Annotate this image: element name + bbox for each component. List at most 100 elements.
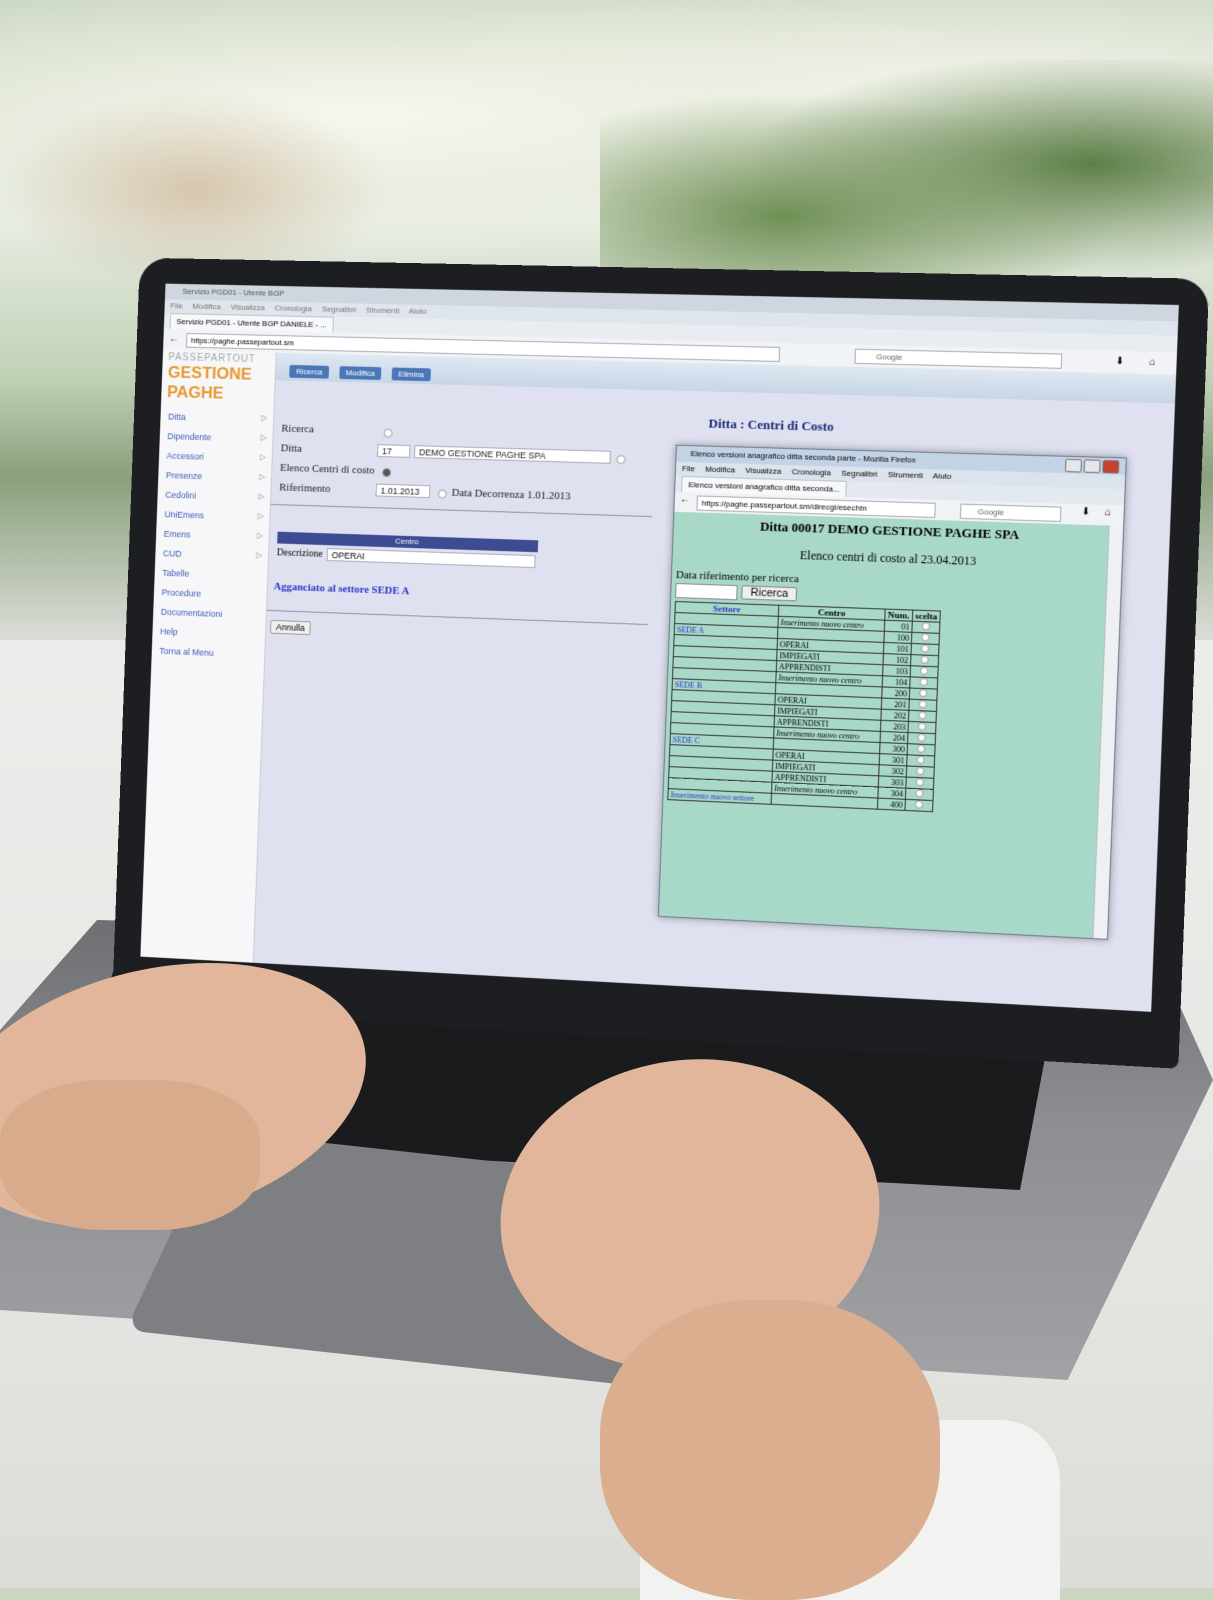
scelta-radio[interactable] xyxy=(919,700,927,708)
menu-strumenti[interactable]: Strumenti xyxy=(366,306,400,316)
agganciato-note: Agganciato al settore SEDE A xyxy=(273,581,409,598)
col-scelta: scelta xyxy=(912,610,940,622)
scelta-radio[interactable] xyxy=(916,767,924,775)
right-forearm xyxy=(600,1300,940,1600)
ditta-code-field[interactable]: 17 xyxy=(377,444,411,458)
menu-segnalibri[interactable]: Segnalibri xyxy=(322,305,357,315)
arrow-icon: ▷ xyxy=(258,492,264,501)
popup-menu-strumenti[interactable]: Strumenti xyxy=(888,470,923,480)
download-icon[interactable]: ⬇ xyxy=(1115,351,1125,374)
form-divider-2 xyxy=(267,610,648,625)
left-wrist xyxy=(0,1080,260,1230)
menu-aiuto[interactable]: Aiuto xyxy=(409,307,427,316)
nav-label: Emens xyxy=(164,529,191,540)
popup-title: Elenco versioni anagrafico ditta seconda… xyxy=(690,449,916,465)
elenco-label: Elenco Centri di costo xyxy=(280,462,375,477)
page-title: Ditta : Centri di Costo xyxy=(708,416,834,436)
descrizione-label: Descrizione xyxy=(277,547,323,559)
col-num: Num. xyxy=(885,609,913,621)
popup-menu-visualizza[interactable]: Visualizza xyxy=(745,466,781,476)
arrow-icon: ▷ xyxy=(257,531,263,540)
scelta-radio[interactable] xyxy=(922,622,930,630)
home-icon[interactable]: ⌂ xyxy=(1149,352,1156,375)
nav-label: Tabelle xyxy=(162,568,189,579)
scelta-radio[interactable] xyxy=(916,778,924,786)
popup-window: Elenco versioni anagrafico ditta seconda… xyxy=(658,445,1127,940)
popup-menu-file[interactable]: File xyxy=(682,464,695,473)
nav-label: Documentazioni xyxy=(161,607,223,619)
ditta-name-field[interactable]: DEMO GESTIONE PAGHE SPA xyxy=(414,445,611,464)
back-icon[interactable]: ← xyxy=(680,494,690,505)
home-icon[interactable]: ⌂ xyxy=(1105,507,1112,518)
scelta-radio[interactable] xyxy=(920,667,928,675)
nav-label: CUD xyxy=(163,548,182,558)
ditta-radio[interactable] xyxy=(616,455,625,464)
popup-menu-modifica[interactable]: Modifica xyxy=(705,465,735,475)
scelta-radio[interactable] xyxy=(920,655,928,663)
search-box[interactable]: Google xyxy=(854,349,1062,369)
num-cell: 400 xyxy=(877,798,905,810)
scelta-radio[interactable] xyxy=(921,644,929,652)
annulla-button[interactable]: Annulla xyxy=(270,620,311,635)
scelta-radio[interactable] xyxy=(918,711,926,719)
arrow-icon: ▷ xyxy=(258,511,264,520)
nav-torna-al-menu[interactable]: Torna al Menu xyxy=(151,642,264,666)
arrow-icon: ▷ xyxy=(261,433,267,442)
scelta-radio[interactable] xyxy=(915,800,923,808)
browser-title: Servizio PGD01 - Utente BGP xyxy=(182,287,284,298)
centri-form: Ricerca Ditta 17 DEMO GESTIONE PAGHE SPA… xyxy=(279,420,654,510)
ricerca-button[interactable]: Ricerca xyxy=(289,365,329,379)
window-controls xyxy=(1063,459,1120,479)
scelta-radio[interactable] xyxy=(918,722,926,730)
nav-label: Accessori xyxy=(167,451,204,462)
popup-menu-aiuto[interactable]: Aiuto xyxy=(933,471,952,481)
maximize-icon[interactable] xyxy=(1084,459,1101,473)
minimize-icon[interactable] xyxy=(1065,459,1082,473)
scelta-radio[interactable] xyxy=(915,789,923,797)
data-riferimento-input[interactable] xyxy=(675,583,738,600)
popup-menu-cronologia[interactable]: Cronologia xyxy=(792,467,831,477)
nav-label: Dipendente xyxy=(167,431,211,442)
close-icon[interactable] xyxy=(1102,460,1119,474)
riferimento-field[interactable]: 1.01.2013 xyxy=(376,484,431,499)
nav-label: UniEmens xyxy=(164,509,204,520)
elenco-radio[interactable] xyxy=(382,468,391,477)
riferimento-label: Riferimento xyxy=(279,482,331,495)
menu-cronologia[interactable]: Cronologia xyxy=(275,304,313,314)
laptop-screen: Servizio PGD01 - Utente BGP File Modific… xyxy=(140,284,1178,1012)
nav-label: Help xyxy=(160,626,178,636)
modifica-button[interactable]: Modifica xyxy=(339,366,382,380)
scelta-radio[interactable] xyxy=(917,745,925,753)
arrow-icon: ▷ xyxy=(259,472,265,481)
back-icon[interactable]: ← xyxy=(169,329,179,351)
menu-visualizza[interactable]: Visualizza xyxy=(230,303,265,313)
scelta-radio[interactable] xyxy=(921,633,929,641)
ricerca-radio[interactable] xyxy=(384,428,393,437)
nav-label: Cedolini xyxy=(165,490,196,501)
decorrenza-radio[interactable] xyxy=(438,489,447,498)
scelta-radio[interactable] xyxy=(920,678,928,686)
menu-file[interactable]: File xyxy=(170,301,183,310)
centri-table-body: Inserimento nuovo centro 01 SEDE A 100 OPERA… xyxy=(668,613,940,812)
logo-product: GESTIONE PAGHE xyxy=(161,363,275,411)
ricerca-label: Ricerca xyxy=(281,423,314,436)
popup-menu-segnalibri[interactable]: Segnalibri xyxy=(841,469,878,479)
arrow-icon: ▷ xyxy=(260,453,266,462)
elimina-button[interactable]: Elimina xyxy=(391,367,431,381)
popup-subheading: Elenco centri di costo al 23.04.2013 xyxy=(673,544,1108,574)
scelta-radio[interactable] xyxy=(916,756,924,764)
decorrenza-label: Data Decorrenza 1.01.2013 xyxy=(451,487,570,503)
nav-label: Ditta xyxy=(168,412,186,422)
arrow-icon: ▷ xyxy=(261,413,267,422)
laptop-lid: Servizio PGD01 - Utente BGP File Modific… xyxy=(112,258,1209,1069)
popup-content: Ditta 00017 DEMO GESTIONE PAGHE SPA Elen… xyxy=(659,512,1109,938)
nav-label: Presenze xyxy=(166,470,203,481)
popup-search-box[interactable]: Google xyxy=(960,504,1062,522)
ditta-label: Ditta xyxy=(281,442,303,454)
download-icon[interactable]: ⬇ xyxy=(1081,506,1090,518)
popup-ricerca-button[interactable]: Ricerca xyxy=(741,586,797,602)
scelta-radio[interactable] xyxy=(919,689,927,697)
scelta-radio[interactable] xyxy=(917,733,925,741)
menu-modifica[interactable]: Modifica xyxy=(192,302,221,311)
nav-label: Torna al Menu xyxy=(159,646,214,658)
